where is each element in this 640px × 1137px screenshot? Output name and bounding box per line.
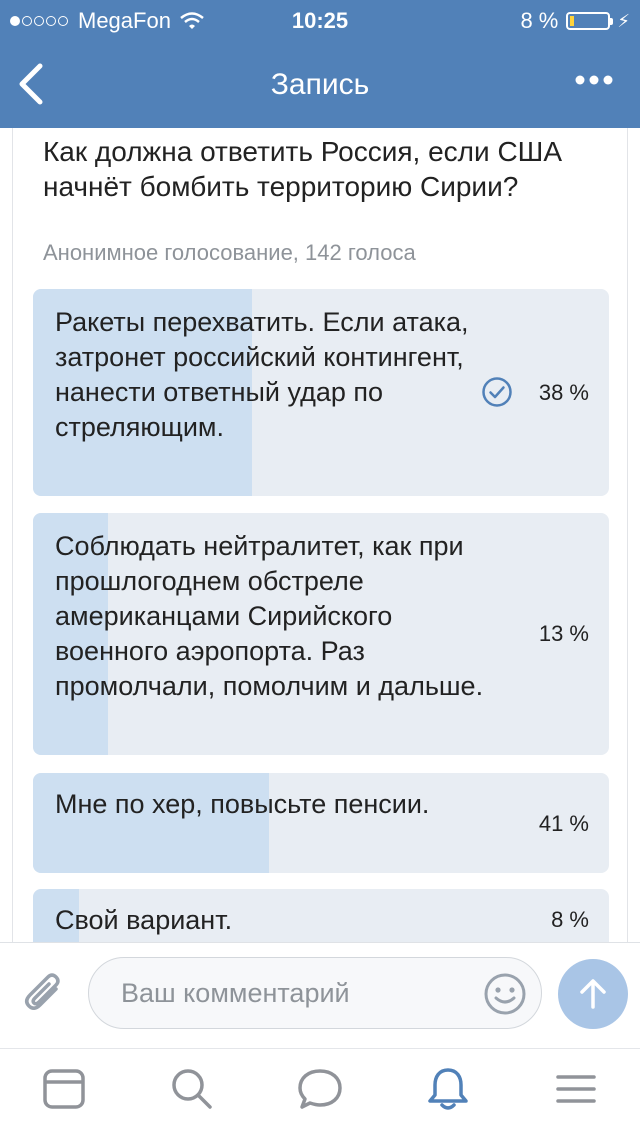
comment-composer: Ваш комментарий [0, 942, 640, 1049]
battery-indicator: 8 % ⚡ [520, 8, 630, 34]
option-text: Соблюдать нейтралитет, как при прошлогод… [55, 531, 484, 701]
charging-icon: ⚡ [617, 10, 630, 31]
poll-option[interactable]: Ракеты перехватить. Если атака, затронет… [33, 289, 609, 496]
navigation-bar: Запись [0, 40, 640, 128]
attachment-icon[interactable] [22, 969, 68, 1017]
page-title: Запись [270, 68, 370, 101]
poll-option[interactable]: Свой вариант. 8 % [33, 889, 609, 942]
more-options-icon[interactable] [574, 70, 614, 90]
news-icon[interactable] [40, 1065, 88, 1113]
post-content: Как должна ответить Россия, если США нач… [0, 128, 640, 942]
battery-icon [566, 12, 611, 30]
voted-check-icon [482, 377, 512, 407]
option-percent: 13 % [538, 621, 589, 646]
option-percent: 8 % [551, 907, 589, 932]
top-bar: MegaFon 10:25 8 % ⚡ Запись [0, 0, 640, 128]
messages-icon[interactable] [296, 1065, 344, 1113]
search-icon[interactable] [168, 1065, 216, 1113]
send-arrow-icon [580, 979, 606, 1009]
poll-question: Как должна ответить Россия, если США нач… [43, 136, 562, 202]
menu-icon[interactable] [552, 1065, 600, 1113]
option-text: Свой вариант. [55, 905, 233, 935]
battery-tip [610, 17, 614, 25]
emoji-icon[interactable] [483, 972, 527, 1016]
option-percent: 41 % [538, 811, 589, 836]
comment-input[interactable]: Ваш комментарий [88, 957, 542, 1029]
status-bar: MegaFon 10:25 8 % ⚡ [0, 0, 640, 40]
battery-percent: 8 % [520, 8, 559, 33]
post-card: Как должна ответить Россия, если США нач… [12, 128, 628, 942]
option-text: Мне по хер, повысьте пенсии. [55, 789, 430, 819]
tab-bar [0, 1048, 640, 1137]
option-text: Ракеты перехватить. Если атака, затронет… [55, 307, 469, 442]
notifications-icon[interactable] [424, 1065, 472, 1113]
comment-placeholder: Ваш комментарий [121, 978, 350, 1008]
option-percent: 38 % [538, 380, 589, 405]
send-button[interactable] [558, 959, 628, 1029]
poll-option[interactable]: Соблюдать нейтралитет, как при прошлогод… [33, 513, 609, 755]
poll-option[interactable]: Мне по хер, повысьте пенсии. 41 % [33, 773, 609, 873]
poll-meta: Анонимное голосование, 142 голоса [43, 240, 416, 265]
